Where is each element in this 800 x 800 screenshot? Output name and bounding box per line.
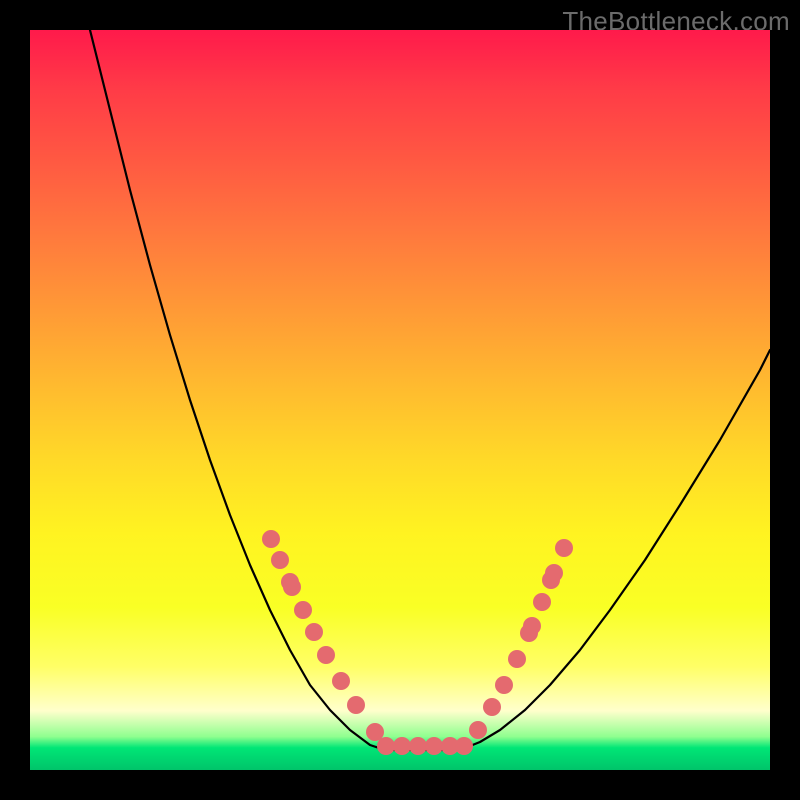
marker-dot [455,737,473,755]
marker-dot [262,530,280,548]
marker-dot [523,617,541,635]
marker-dot [495,676,513,694]
marker-dot [533,593,551,611]
chart-svg [30,30,770,770]
marker-dot [469,721,487,739]
marker-dot [555,539,573,557]
marker-dot [366,723,384,741]
marker-dot [508,650,526,668]
curve-group [90,30,770,750]
marker-dot [332,672,350,690]
bottleneck-curve [90,30,770,750]
marker-dot [393,737,411,755]
marker-dot [409,737,427,755]
chart-frame: TheBottleneck.com [0,0,800,800]
marker-dot [483,698,501,716]
marker-dot [305,623,323,641]
marker-dot [283,578,301,596]
marker-dot [271,551,289,569]
gradient-plot-area [30,30,770,770]
marker-dot [545,564,563,582]
marker-dot [377,737,395,755]
marker-dot [317,646,335,664]
marker-dot [294,601,312,619]
markers-group [262,530,573,755]
marker-dot [347,696,365,714]
marker-dot [425,737,443,755]
